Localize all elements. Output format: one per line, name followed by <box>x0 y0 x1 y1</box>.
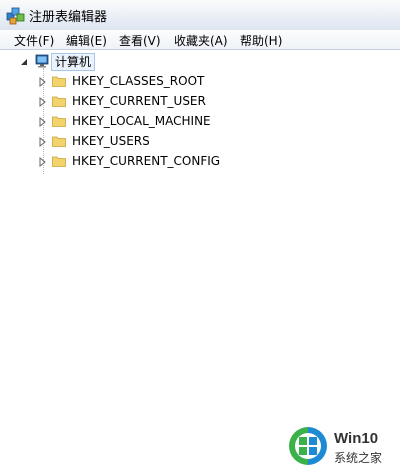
expand-triangle-icon[interactable] <box>37 157 47 167</box>
registry-editor-icon <box>6 7 25 25</box>
tree-node-hkey-local-machine[interactable]: HKEY_LOCAL_MACHINE <box>72 114 211 128</box>
menu-help[interactable]: 帮助(H) <box>240 32 282 49</box>
folder-icon <box>52 156 66 167</box>
title-bar[interactable]: 注册表编辑器 <box>0 0 400 31</box>
menu-view[interactable]: 查看(V) <box>119 32 161 49</box>
expand-triangle-icon[interactable] <box>37 137 47 147</box>
folder-icon <box>52 96 66 107</box>
watermark-subtitle: 系统之家 <box>334 451 383 465</box>
window-title: 注册表编辑器 <box>29 10 108 25</box>
tree-node-hkey-users[interactable]: HKEY_USERS <box>72 134 150 148</box>
watermark-name: Win10 <box>334 430 379 447</box>
tree-node-hkey-current-config[interactable]: HKEY_CURRENT_CONFIG <box>72 154 220 168</box>
win10-watermark: Win10 系统之家 <box>286 424 400 468</box>
tree-node-hkey-classes-root[interactable]: HKEY_CLASSES_ROOT <box>72 74 204 88</box>
menu-favorites[interactable]: 收藏夹(A) <box>174 32 228 49</box>
expand-triangle-icon[interactable] <box>37 77 47 87</box>
expand-triangle-icon[interactable] <box>37 97 47 107</box>
menu-edit[interactable]: 编辑(E) <box>66 32 107 49</box>
menu-file[interactable]: 文件(F) <box>14 32 54 49</box>
folder-icon <box>52 116 66 127</box>
tree-root-computer[interactable]: 计算机 <box>51 53 96 71</box>
folder-icon <box>52 76 66 87</box>
collapse-triangle-icon[interactable] <box>19 57 29 67</box>
registry-editor-window: 注册表编辑器 文件(F) 编辑(E) 查看(V) 收藏夹(A) 帮助(H) 计算… <box>0 0 400 471</box>
win10-logo-icon <box>289 427 327 465</box>
tree-node-hkey-current-user[interactable]: HKEY_CURRENT_USER <box>72 94 206 108</box>
expand-triangle-icon[interactable] <box>37 117 47 127</box>
menu-bar: 文件(F) 编辑(E) 查看(V) 收藏夹(A) 帮助(H) <box>0 30 400 50</box>
folder-icon <box>52 136 66 147</box>
computer-icon <box>35 54 49 68</box>
